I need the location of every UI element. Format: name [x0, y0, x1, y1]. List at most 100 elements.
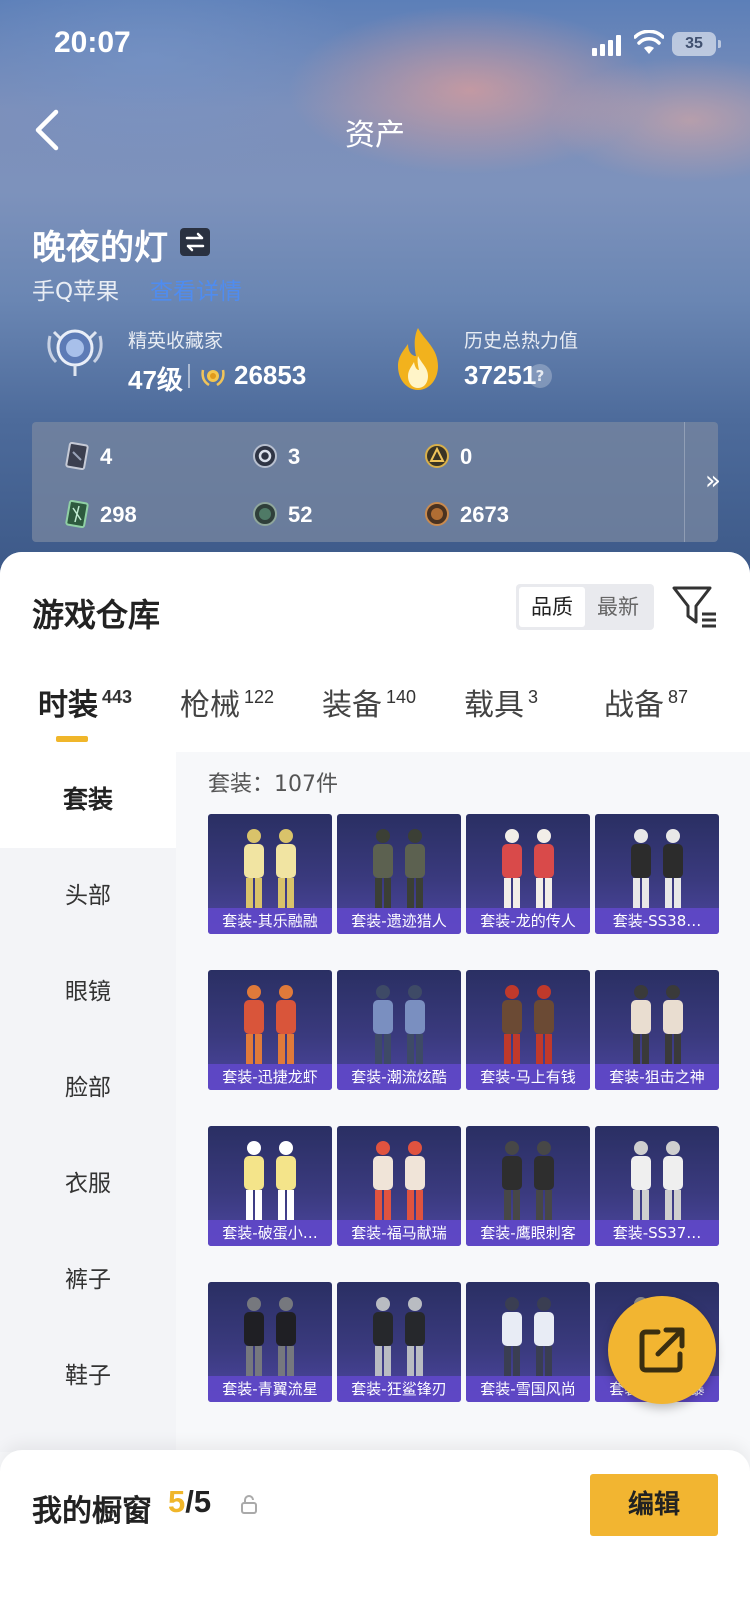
- help-icon[interactable]: ?: [528, 364, 552, 388]
- outfit-card[interactable]: 套装-迅捷龙虾: [208, 970, 332, 1090]
- outfit-thumbnail: [244, 985, 296, 1064]
- outfit-card[interactable]: 套装-狙击之神: [595, 970, 719, 1090]
- showcase-label: 我的橱窗: [32, 1494, 152, 1529]
- outfit-card[interactable]: 套装-遗迹猎人: [337, 814, 461, 934]
- category-head[interactable]: 头部: [0, 848, 176, 944]
- outfit-thumbnail: [244, 1141, 296, 1220]
- collector-rank-badge-icon: [47, 329, 103, 376]
- warehouse-header: 游戏仓库 品质 最新 时装 443 枪械 122 装备 140 载具 3 战备 87: [0, 552, 750, 752]
- outfit-card-label: 套装-狙击之神: [595, 1064, 719, 1090]
- outfit-thumbnail: [373, 1297, 425, 1376]
- edit-button[interactable]: 编辑: [590, 1474, 718, 1536]
- stat-value: 0: [460, 444, 473, 469]
- heat-caption: 历史总热力值: [464, 330, 579, 352]
- gold-medal-icon: [425, 444, 449, 468]
- showcase-bar: 我的橱窗 5/5 编辑: [0, 1450, 750, 1624]
- outfit-thumbnail: [373, 985, 425, 1064]
- outfit-card[interactable]: 套装-福马献瑞: [337, 1126, 461, 1246]
- stat-value: 2673: [460, 502, 509, 527]
- stat-value: 52: [288, 502, 313, 527]
- green-card-icon: [65, 500, 89, 528]
- outfit-card[interactable]: 套装-青翼流星: [208, 1282, 332, 1402]
- outfit-card[interactable]: 套装-潮流炫酷: [337, 970, 461, 1090]
- share-button[interactable]: [608, 1296, 716, 1404]
- sort-newest-button[interactable]: 最新: [585, 587, 651, 627]
- category-glasses[interactable]: 眼镜: [0, 944, 176, 1040]
- tab-fashion[interactable]: 时装 443: [38, 680, 132, 724]
- bronze-orb-icon: [425, 502, 449, 526]
- outfit-card-label: 套装-SS37…: [595, 1220, 719, 1246]
- flame-icon: [398, 328, 438, 390]
- outfit-thumbnail: [373, 1141, 425, 1220]
- outfit-thumbnail: [631, 829, 683, 908]
- stats-panel: 4 3 0 298 52 2673 »: [32, 422, 721, 542]
- tab-weapons[interactable]: 枪械 122: [180, 680, 274, 724]
- showcase-count: 5/5: [168, 1484, 211, 1520]
- outfit-card-label: 套装-马上有钱: [466, 1064, 590, 1090]
- warehouse-title: 游戏仓库: [32, 596, 161, 634]
- sort-toggle: 品质 最新: [516, 584, 654, 630]
- outfit-thumbnail: [244, 1297, 296, 1376]
- status-time: 20:07: [54, 26, 131, 59]
- silver-medal-icon: [253, 444, 277, 468]
- showcase-current: 5: [168, 1484, 186, 1519]
- tab-supplies[interactable]: 战备 87: [604, 680, 688, 724]
- sort-quality-button[interactable]: 品质: [519, 587, 585, 627]
- outfit-card[interactable]: 套装-SS37…: [595, 1126, 719, 1246]
- showcase-total: /5: [185, 1484, 212, 1519]
- tab-label: 时装: [38, 688, 98, 723]
- outfit-card-label: 套装-雪国风尚: [466, 1376, 590, 1402]
- category-clothes[interactable]: 衣服: [0, 1136, 176, 1232]
- outfit-card[interactable]: 套装-SS38…: [595, 814, 719, 934]
- outfit-card[interactable]: 套装-狂鲨锋刃: [337, 1282, 461, 1402]
- outfit-thumbnail: [502, 829, 554, 908]
- category-pants[interactable]: 裤子: [0, 1232, 176, 1328]
- outfit-thumbnail: [631, 985, 683, 1064]
- tab-active-indicator: [56, 736, 88, 742]
- rank-level: 47级: [128, 365, 183, 395]
- outfit-card[interactable]: 套装-马上有钱: [466, 970, 590, 1090]
- green-orb-icon: [253, 502, 277, 526]
- outfit-card[interactable]: 套装-龙的传人: [466, 814, 590, 934]
- stat-value: 4: [100, 444, 113, 469]
- tab-label: 战备: [604, 688, 664, 723]
- outfit-card-label: 套装-潮流炫酷: [337, 1064, 461, 1090]
- tab-vehicles[interactable]: 载具 3: [464, 680, 538, 724]
- laurel-coin-icon: [201, 369, 225, 387]
- player-name: 晚夜的灯: [32, 228, 168, 268]
- outfit-card[interactable]: 套装-雪国风尚: [466, 1282, 590, 1402]
- filter-icon[interactable]: [670, 582, 720, 630]
- outfit-card-label: 套装-破蛋小…: [208, 1220, 332, 1246]
- outfit-card-label: 套装-遗迹猎人: [337, 908, 461, 934]
- outfit-thumbnail: [502, 1297, 554, 1376]
- tab-count: 140: [386, 687, 417, 707]
- tab-count: 3: [528, 687, 539, 707]
- outfit-card[interactable]: 套装-破蛋小…: [208, 1126, 332, 1246]
- status-bar: 20:07 35: [0, 0, 750, 90]
- outfit-card[interactable]: 套装-鹰眼刺客: [466, 1126, 590, 1246]
- outfit-card-label: 套装-鹰眼刺客: [466, 1220, 590, 1246]
- switch-account-icon[interactable]: [180, 228, 210, 256]
- outfit-card-label: 套装-青翼流星: [208, 1376, 332, 1402]
- signal-icon: [592, 34, 624, 56]
- double-chevron-right-icon: »: [705, 466, 721, 496]
- category-shoes[interactable]: 鞋子: [0, 1328, 176, 1424]
- stats-more-button[interactable]: »: [684, 422, 750, 542]
- rank-caption: 精英收藏家: [128, 330, 224, 352]
- outfit-thumbnail: [244, 829, 296, 908]
- tab-label: 枪械: [180, 688, 240, 723]
- outfit-thumbnail: [631, 1141, 683, 1220]
- category-face[interactable]: 脸部: [0, 1040, 176, 1136]
- outfit-card[interactable]: 套装-其乐融融: [208, 814, 332, 934]
- tab-equipment[interactable]: 装备 140: [322, 680, 416, 724]
- outfit-card-label: 套装-其乐融融: [208, 908, 332, 934]
- tab-count: 443: [102, 687, 133, 707]
- heat-value: 37251: [464, 360, 537, 390]
- outfit-thumbnail: [502, 1141, 554, 1220]
- platform-details-link[interactable]: 查看详情: [150, 272, 242, 306]
- tab-count: 87: [668, 687, 689, 707]
- card-icon: [65, 442, 89, 470]
- category-suit[interactable]: 套装: [0, 752, 176, 848]
- outfit-card-label: 套装-狂鲨锋刃: [337, 1376, 461, 1402]
- page-title: 资产: [345, 118, 405, 153]
